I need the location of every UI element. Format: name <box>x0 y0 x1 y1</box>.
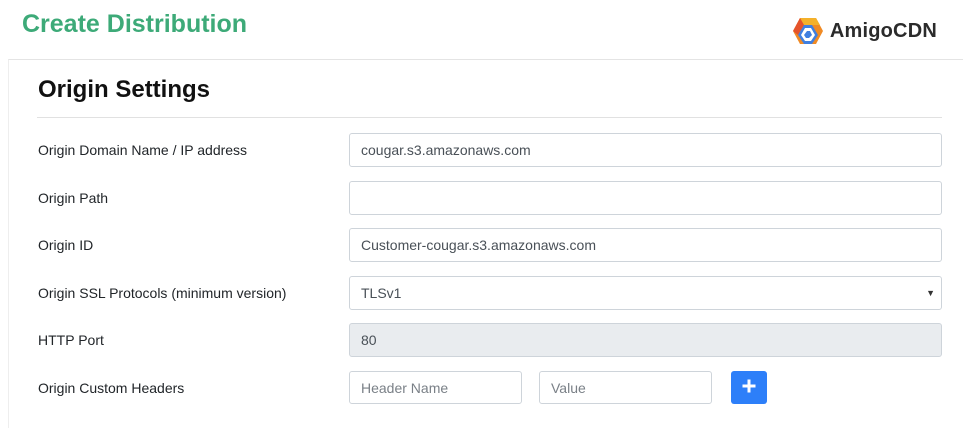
form-row-ssl-protocols: Origin SSL Protocols (minimum version) T… <box>37 276 942 310</box>
plus-icon <box>742 379 756 396</box>
origin-path-input[interactable] <box>349 181 942 215</box>
form-row-origin-path: Origin Path <box>37 181 942 215</box>
ssl-protocols-label: Origin SSL Protocols (minimum version) <box>38 285 287 301</box>
caret-down-icon: ▼ <box>926 288 935 298</box>
page-title: Create Distribution <box>22 10 248 38</box>
origin-id-input[interactable] <box>349 228 942 262</box>
http-port-label: HTTP Port <box>38 332 104 348</box>
ssl-protocols-select[interactable]: TLSv1 ▼ <box>349 276 942 310</box>
brand-name: AmigoCDN <box>829 19 937 42</box>
section-divider <box>37 117 942 118</box>
add-header-button[interactable] <box>731 371 767 404</box>
origin-id-label: Origin ID <box>38 237 94 253</box>
ssl-protocols-selected-value: TLSv1 <box>361 285 402 301</box>
brand: AmigoCDN <box>792 16 937 46</box>
http-port-input <box>349 323 942 357</box>
origin-path-label: Origin Path <box>38 190 109 206</box>
header-name-input[interactable] <box>349 371 522 404</box>
amigocdn-logo-icon <box>792 16 824 46</box>
form-row-origin-domain: Origin Domain Name / IP address <box>37 133 942 167</box>
main-content: Origin Settings Origin Domain Name / IP … <box>8 59 963 428</box>
form-row-origin-id: Origin ID <box>37 228 942 262</box>
form-row-http-port: HTTP Port <box>37 323 942 357</box>
header-value-input[interactable] <box>539 371 712 404</box>
top-bar: Create Distribution AmigoCDN <box>0 0 963 60</box>
section-title: Origin Settings <box>38 76 211 103</box>
custom-headers-label: Origin Custom Headers <box>38 380 185 396</box>
form-row-custom-headers: Origin Custom Headers <box>37 371 942 405</box>
origin-domain-label: Origin Domain Name / IP address <box>38 142 248 158</box>
origin-domain-input[interactable] <box>349 133 942 167</box>
